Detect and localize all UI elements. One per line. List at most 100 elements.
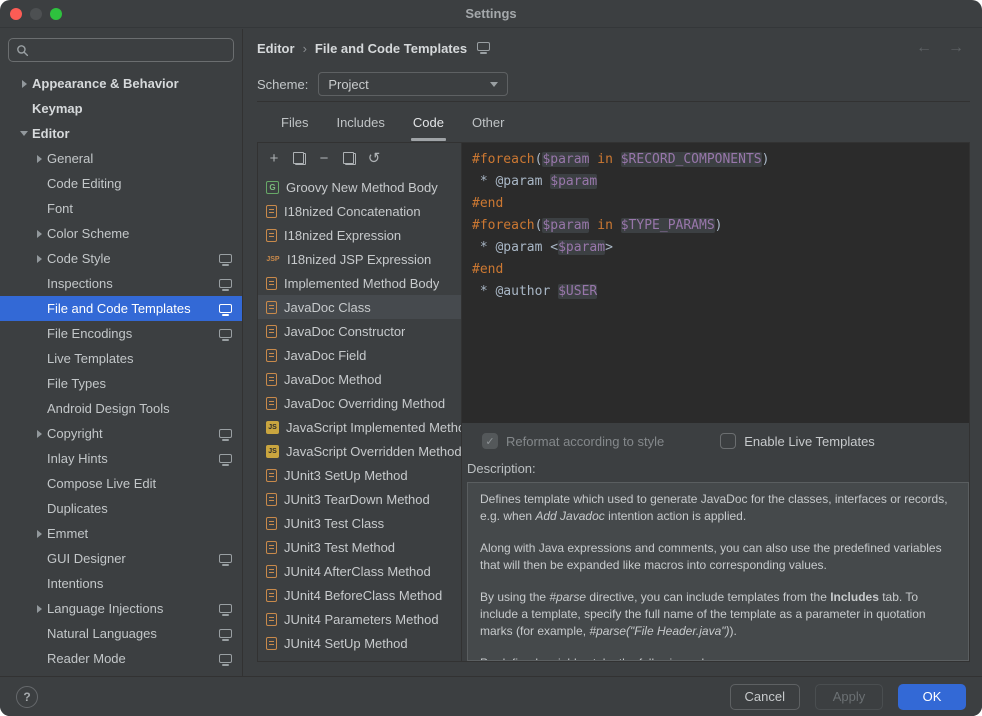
window-title: Settings [465,6,516,21]
sidebar-item-label: Code Style [47,251,111,266]
template-item-junit3-setup-method[interactable]: JUnit3 SetUp Method [258,463,461,487]
chevron-spacer [31,201,47,217]
template-item-javadoc-class[interactable]: JavaDoc Class [258,295,461,319]
template-item-label: JUnit4 Parameters Method [284,612,439,627]
sidebar-item-label: Live Templates [47,351,133,366]
settings-search-box[interactable] [8,38,234,62]
settings-sidebar: Appearance & Behavior KeymapEditorGeneral… [0,29,243,676]
sidebar-item-color-scheme[interactable]: Color Scheme [0,221,242,246]
sidebar-item-gui-designer[interactable]: GUI Designer [0,546,242,571]
sidebar-item-editor[interactable]: Editor [0,121,242,146]
tab-other[interactable]: Other [458,102,519,142]
template-item-junit3-test-class[interactable]: JUnit3 Test Class [258,511,461,535]
template-file-icon [266,277,277,290]
ok-button[interactable]: OK [898,684,966,710]
tab-code[interactable]: Code [399,102,458,142]
close-window-icon[interactable] [10,8,22,20]
template-item-i18nized-expression[interactable]: I18nized Expression [258,223,461,247]
template-item-junit4-setup-method[interactable]: JUnit4 SetUp Method [258,631,461,655]
sidebar-item-compose-live-edit[interactable]: Compose Live Edit [0,471,242,496]
create-template-button[interactable]: + [263,147,285,169]
template-item-junit4-afterclass-method[interactable]: JUnit4 AfterClass Method [258,559,461,583]
chevron-spacer [31,451,47,467]
template-item-junit4-beforeclass-method[interactable]: JUnit4 BeforeClass Method [258,583,461,607]
create-child-template-button[interactable] [288,147,310,169]
groovy-file-icon: G [266,181,279,194]
template-item-i18nized-jsp-expression[interactable]: JSPI18nized JSP Expression [258,247,461,271]
sidebar-item-reader-mode[interactable]: Reader Mode [0,646,242,671]
sidebar-item-font[interactable]: Font [0,196,242,221]
sidebar-item-label: Appearance & Behavior [32,76,179,91]
cancel-button[interactable]: Cancel [730,684,800,710]
sidebar-item-language-injections[interactable]: Language Injections [0,596,242,621]
sidebar-item-keymap[interactable]: Keymap [0,96,242,121]
chevron-right-icon[interactable] [31,226,47,242]
chevron-spacer [31,551,47,567]
sidebar-item-android-design-tools[interactable]: Android Design Tools [0,396,242,421]
checkbox-icon[interactable] [720,433,736,449]
sidebar-item-inspections[interactable]: Inspections [0,271,242,296]
sidebar-item-duplicates[interactable]: Duplicates [0,496,242,521]
template-item-groovy-new-method-body[interactable]: GGroovy New Method Body [258,175,461,199]
remove-template-button[interactable]: − [313,147,335,169]
sidebar-item-file-and-code-templates[interactable]: File and Code Templates [0,296,242,321]
settings-search-input[interactable] [34,43,226,57]
template-editor[interactable]: #foreach($param in $RECORD_COMPONENTS) *… [462,143,969,423]
chevron-right-icon[interactable] [31,526,47,542]
chevron-spacer [31,376,47,392]
sidebar-item-general[interactable]: General [0,146,242,171]
sidebar-item-live-templates[interactable]: Live Templates [0,346,242,371]
live-templates-checkbox[interactable]: Enable Live Templates [720,433,875,449]
template-item-junit3-teardown-method[interactable]: JUnit3 TearDown Method [258,487,461,511]
template-item-label: JUnit3 SetUp Method [284,468,408,483]
sidebar-item-file-types[interactable]: File Types [0,371,242,396]
template-toolbar: + − ↺ [258,143,461,173]
template-item-junit3-test-method[interactable]: JUnit3 Test Method [258,535,461,559]
chevron-right-icon[interactable] [31,151,47,167]
title-bar: Settings [0,0,982,28]
template-item-javascript-implemented-method[interactable]: JSJavaScript Implemented Method [258,415,461,439]
reset-template-button[interactable]: ↺ [363,147,385,169]
template-item-javadoc-method[interactable]: JavaDoc Method [258,367,461,391]
template-item-javadoc-overriding-method[interactable]: JavaDoc Overriding Method [258,391,461,415]
template-item-implemented-method-body[interactable]: Implemented Method Body [258,271,461,295]
breadcrumb-parent[interactable]: Editor [257,41,295,56]
sidebar-item-file-encodings[interactable]: File Encodings [0,321,242,346]
sidebar-item-inlay-hints[interactable]: Inlay Hints [0,446,242,471]
back-icon[interactable]: ← [916,39,932,57]
help-button[interactable]: ? [16,686,38,708]
header-row: Editor › File and Code Templates ← → [257,29,970,67]
chevron-spacer [31,501,47,517]
template-item-junit4-parameters-method[interactable]: JUnit4 Parameters Method [258,607,461,631]
forward-icon[interactable]: → [948,39,964,57]
chevron-right-icon[interactable] [31,251,47,267]
sidebar-item-code-style[interactable]: Code Style [0,246,242,271]
template-item-javadoc-constructor[interactable]: JavaDoc Constructor [258,319,461,343]
scheme-select[interactable]: Project [318,72,508,96]
tab-files[interactable]: Files [267,102,322,142]
chevron-right-icon[interactable] [31,601,47,617]
chevron-down-icon[interactable] [16,126,32,142]
template-item-i18nized-concatenation[interactable]: I18nized Concatenation [258,199,461,223]
duplicate-template-button[interactable] [338,147,360,169]
template-file-icon [266,349,277,362]
template-item-javadoc-field[interactable]: JavaDoc Field [258,343,461,367]
zoom-window-icon[interactable] [50,8,62,20]
sidebar-item-appearance-behavior[interactable]: Appearance & Behavior [0,71,242,96]
sidebar-item-intentions[interactable]: Intentions [0,571,242,596]
sidebar-item-copyright[interactable]: Copyright [0,421,242,446]
sidebar-item-emmet[interactable]: Emmet [0,521,242,546]
template-file-icon [266,517,277,530]
template-item-javascript-overridden-method[interactable]: JSJavaScript Overridden Method [258,439,461,463]
sidebar-item-natural-languages[interactable]: Natural Languages [0,621,242,646]
chevron-right-icon[interactable] [31,426,47,442]
chevron-right-icon[interactable] [16,76,32,92]
sidebar-item-code-editing[interactable]: Code Editing [0,171,242,196]
breadcrumb-current: File and Code Templates [315,41,467,56]
chevron-spacer [31,626,47,642]
sidebar-item-label: Color Scheme [47,226,129,241]
chevron-spacer [31,476,47,492]
chevron-spacer [31,401,47,417]
chevron-spacer [16,101,32,117]
tab-includes[interactable]: Includes [322,102,398,142]
